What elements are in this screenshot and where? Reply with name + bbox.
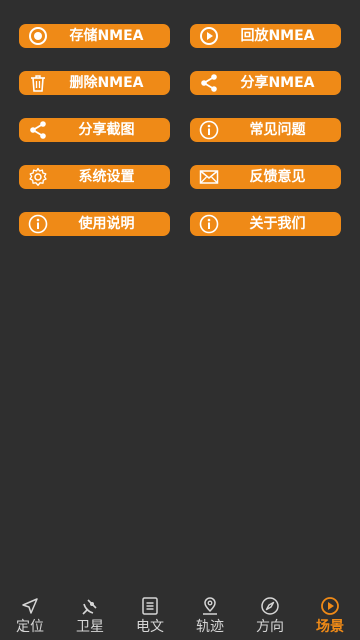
settings-label: 系统设置	[78, 169, 135, 185]
tab-scene-label: 场景	[316, 619, 344, 635]
share-icon	[199, 73, 219, 93]
faq-button[interactable]: 常见问题	[190, 118, 341, 142]
menu-grid: 存储NMEA 回放NMEA 删除NMEA 分享NMEA 分享截图 常见问题 系统…	[19, 24, 341, 236]
satellite-icon	[80, 596, 100, 616]
tab-message[interactable]: 电文	[120, 594, 180, 640]
replay-nmea-button[interactable]: 回放NMEA	[190, 24, 341, 48]
instructions-label: 使用说明	[78, 216, 135, 232]
about-label: 关于我们	[249, 216, 306, 232]
play-circle-icon	[320, 596, 340, 616]
info-icon	[199, 120, 219, 140]
play-icon	[199, 26, 219, 46]
replay-nmea-label: 回放NMEA	[240, 28, 315, 44]
share-screenshot-button[interactable]: 分享截图	[19, 118, 170, 142]
document-icon	[140, 596, 160, 616]
save-nmea-label: 存储NMEA	[69, 28, 144, 44]
save-nmea-button[interactable]: 存储NMEA	[19, 24, 170, 48]
share-nmea-button[interactable]: 分享NMEA	[190, 71, 341, 95]
delete-nmea-label: 删除NMEA	[69, 75, 144, 91]
gear-icon	[28, 167, 48, 187]
tab-message-label: 电文	[136, 619, 164, 635]
share-nmea-label: 分享NMEA	[240, 75, 315, 91]
tab-track-label: 轨迹	[196, 619, 224, 635]
record-icon	[28, 26, 48, 46]
navigation-arrow-icon	[20, 596, 40, 616]
share-screenshot-label: 分享截图	[78, 122, 135, 138]
tab-satellite-label: 卫星	[76, 619, 104, 635]
about-button[interactable]: 关于我们	[190, 212, 341, 236]
trash-icon	[28, 73, 48, 93]
compass-icon	[260, 596, 280, 616]
tab-direction[interactable]: 方向	[240, 594, 300, 640]
tab-satellite[interactable]: 卫星	[60, 594, 120, 640]
instructions-button[interactable]: 使用说明	[19, 212, 170, 236]
tab-location[interactable]: 定位	[0, 594, 60, 640]
share-icon	[28, 120, 48, 140]
tab-location-label: 定位	[16, 619, 44, 635]
tab-scene[interactable]: 场景	[300, 594, 360, 640]
tab-track[interactable]: 轨迹	[180, 594, 240, 640]
map-pin-icon	[200, 596, 220, 616]
delete-nmea-button[interactable]: 删除NMEA	[19, 71, 170, 95]
bottom-tab-bar: 定位 卫星 电文 轨迹 方向 场景	[0, 594, 360, 640]
mail-icon	[199, 167, 219, 187]
settings-button[interactable]: 系统设置	[19, 165, 170, 189]
feedback-button[interactable]: 反馈意见	[190, 165, 341, 189]
info-icon	[199, 214, 219, 234]
feedback-label: 反馈意见	[249, 169, 306, 185]
info-icon	[28, 214, 48, 234]
tab-direction-label: 方向	[256, 619, 284, 635]
faq-label: 常见问题	[249, 122, 306, 138]
